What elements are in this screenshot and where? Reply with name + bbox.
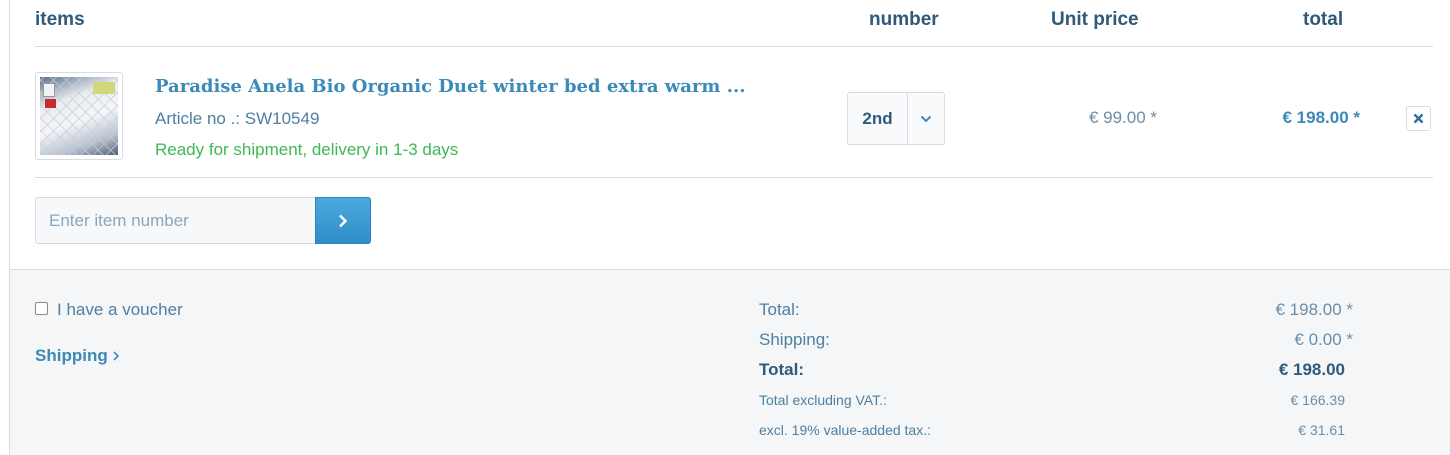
column-header-number: number [869, 9, 939, 30]
vat-value: € 31.61 [1298, 422, 1345, 438]
line-total: € 198.00 * [1282, 108, 1360, 127]
chevron-right-icon [339, 214, 348, 227]
article-number: Article no .: SW10549 [155, 109, 320, 128]
column-header-items: items [35, 9, 85, 30]
add-item-submit-button[interactable] [315, 197, 371, 244]
delivery-status: Ready for shipment, delivery in 1-3 days [155, 140, 459, 159]
grand-total-value: € 198.00 [1278, 360, 1345, 379]
product-image [40, 77, 118, 155]
remove-item-button[interactable] [1406, 106, 1431, 131]
chevron-right-icon [113, 351, 119, 361]
subtotal-label: Total: [759, 300, 800, 319]
shipping-link[interactable]: Shipping [35, 346, 119, 366]
shipping-cost-value: € 0.00 * [1294, 330, 1353, 349]
excl-vat-label: Total excluding VAT.: [759, 392, 887, 408]
grand-total-label: Total: [759, 360, 805, 379]
cart-header: items number Unit price total [35, 0, 1433, 47]
unit-price: € 99.00 * [1088, 108, 1157, 127]
column-header-total: total [1303, 9, 1344, 30]
cart-panel: items number Unit price total Paradise A… [9, 0, 1450, 455]
excl-vat-value: € 166.39 [1290, 392, 1346, 408]
subtotal-value: € 198.00 * [1275, 300, 1353, 319]
quantity-value: 2nd [848, 93, 908, 144]
vat-label: excl. 19% value-added tax.: [759, 422, 931, 438]
chevron-down-icon[interactable] [908, 93, 944, 144]
column-header-unit-price: Unit price [1051, 9, 1139, 30]
shipping-cost-label: Shipping: [759, 330, 830, 349]
quantity-select[interactable]: 2nd [847, 92, 945, 145]
voucher-toggle[interactable]: I have a voucher [35, 300, 183, 320]
voucher-checkbox[interactable] [35, 301, 48, 315]
item-number-input[interactable] [35, 197, 316, 244]
voucher-label[interactable]: I have a voucher [57, 300, 183, 320]
cart-summary-footer: I have a voucher Shipping Total: € 198.0… [10, 269, 1450, 455]
product-thumbnail[interactable] [35, 72, 123, 160]
shipping-link-label: Shipping [35, 346, 108, 365]
cart-item-row: Paradise Anela Bio Organic Duet winter b… [35, 47, 1433, 178]
close-icon [1413, 113, 1424, 124]
product-title-link[interactable]: Paradise Anela Bio Organic Duet winter b… [155, 76, 746, 97]
